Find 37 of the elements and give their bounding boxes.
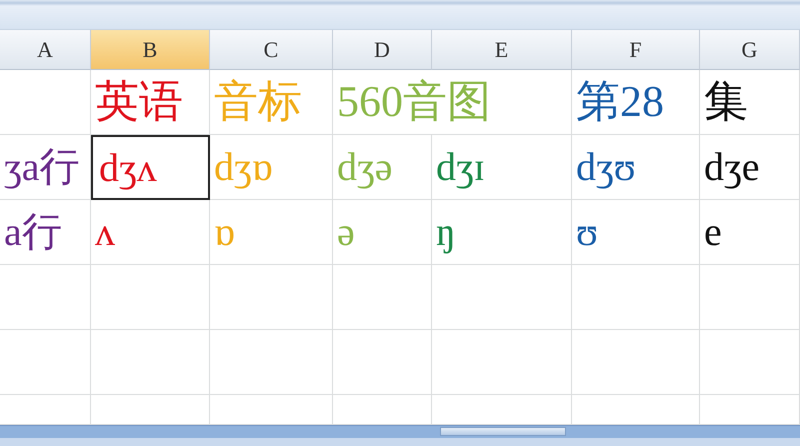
scroll-thumb[interactable]	[440, 427, 566, 436]
empty-cell[interactable]	[700, 330, 800, 395]
column-header[interactable]: A	[0, 30, 91, 70]
empty-cell[interactable]	[0, 330, 91, 395]
table-cell[interactable]: ʊ	[572, 200, 700, 265]
empty-cell[interactable]	[91, 330, 210, 395]
table-cell[interactable]: ʌ	[91, 200, 210, 265]
empty-cell[interactable]	[700, 265, 800, 330]
empty-cell[interactable]	[91, 265, 210, 330]
table-cell[interactable]: dʒʌ	[91, 135, 210, 200]
empty-cell[interactable]	[432, 265, 572, 330]
table-cell[interactable]: dʒe	[700, 135, 800, 200]
table-cell[interactable]: a行	[0, 200, 91, 265]
empty-cell[interactable]	[572, 330, 700, 395]
empty-cell[interactable]	[432, 330, 572, 395]
empty-cell[interactable]	[0, 265, 91, 330]
empty-cell[interactable]	[572, 265, 700, 330]
table-cell[interactable]: 第28	[572, 70, 700, 135]
table-cell[interactable]: dʒʊ	[572, 135, 700, 200]
table-cell[interactable]: ʒa行	[0, 135, 91, 200]
horizontal-scrollbar[interactable]	[0, 425, 800, 438]
table-cell[interactable]: ŋ	[432, 200, 572, 265]
empty-cell[interactable]	[333, 330, 432, 395]
table-cell[interactable]: e	[700, 200, 800, 265]
table-cell[interactable]: 集	[700, 70, 800, 135]
table-cell[interactable]: 英语	[91, 70, 210, 135]
column-header[interactable]: D	[333, 30, 432, 70]
column-header[interactable]: B	[91, 30, 210, 70]
column-header[interactable]: C	[210, 30, 333, 70]
table-cell[interactable]: dʒɪ	[432, 135, 572, 200]
empty-cell[interactable]	[210, 265, 333, 330]
column-header[interactable]: G	[700, 30, 800, 70]
column-header[interactable]: E	[432, 30, 572, 70]
empty-cell[interactable]	[333, 265, 432, 330]
column-header[interactable]: F	[572, 30, 700, 70]
empty-cell[interactable]	[210, 330, 333, 395]
empty-cell[interactable]	[0, 70, 91, 135]
